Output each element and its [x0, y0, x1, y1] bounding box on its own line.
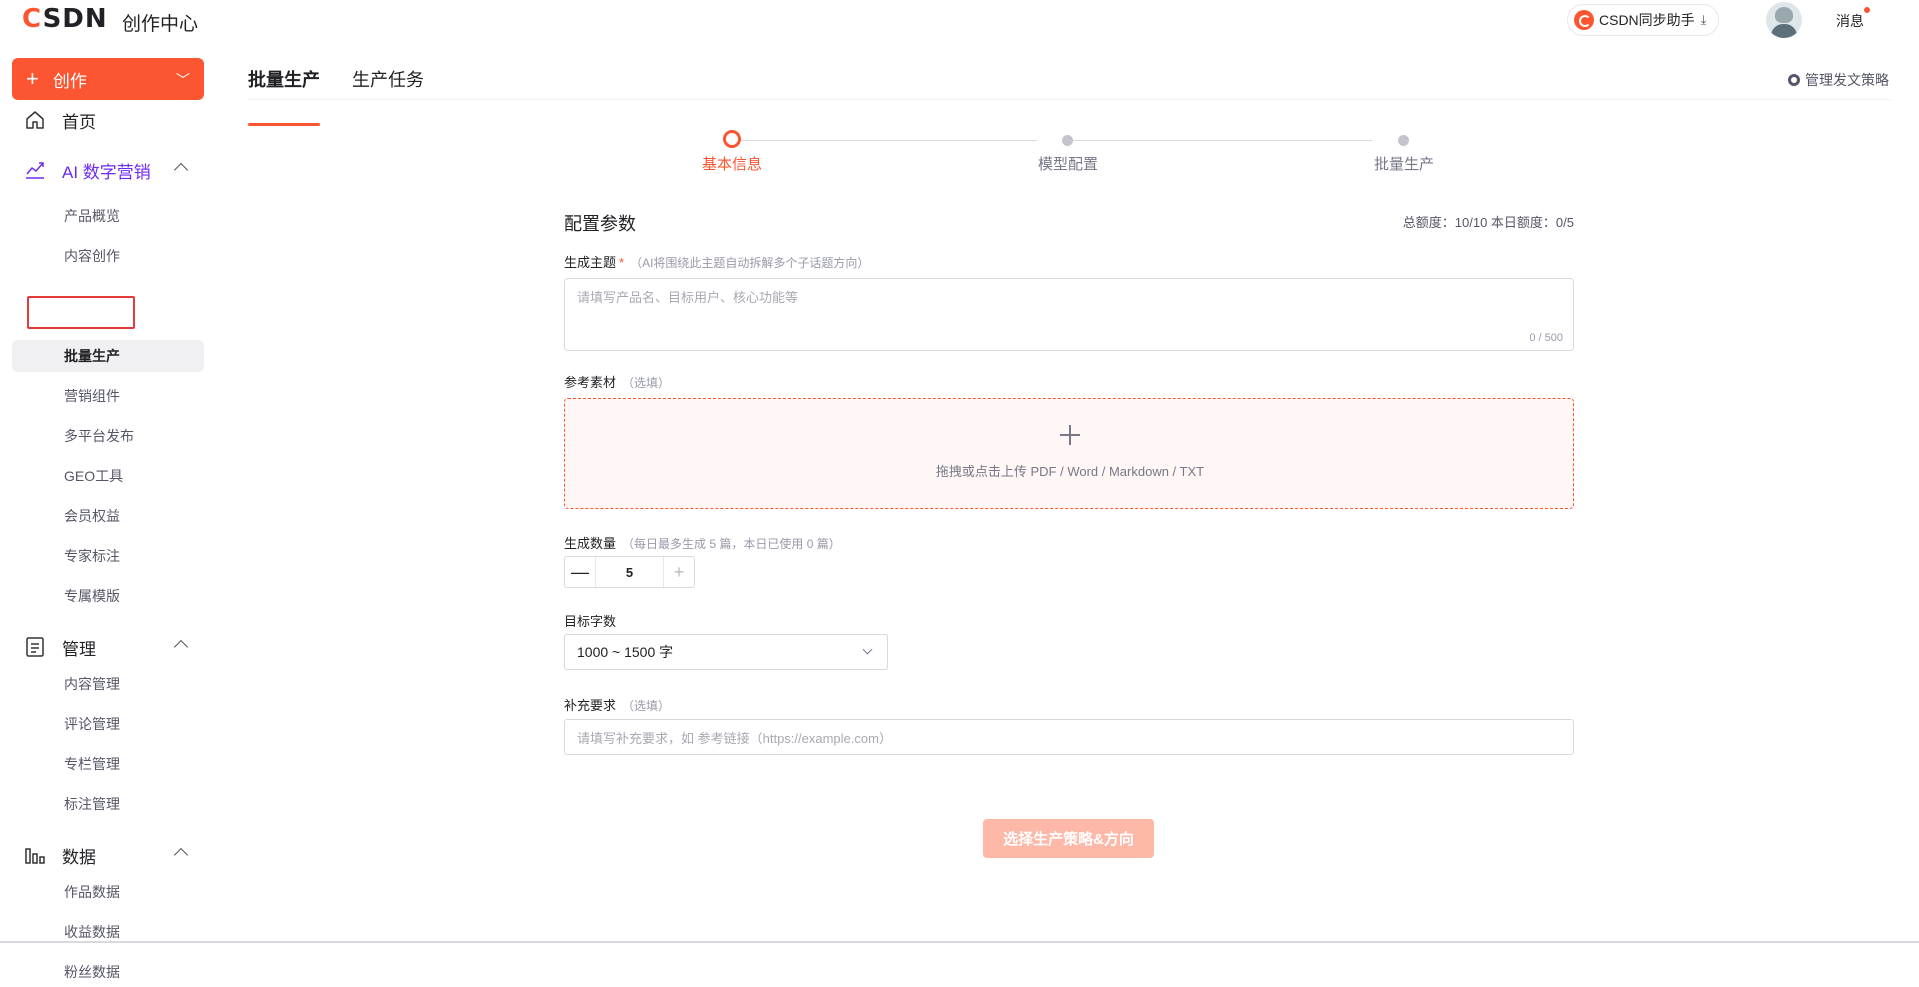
sidebar-item-home[interactable]: 首页: [12, 102, 204, 138]
required-mark: *: [619, 255, 625, 270]
creation-center-title: 创作中心: [122, 14, 199, 35]
document-icon: [24, 636, 46, 658]
step-label-model-config: 模型配置: [1037, 156, 1098, 173]
chevron-up-icon: [173, 639, 189, 655]
progress-steps: 基本信息 模型配置 批量生产: [700, 130, 1434, 180]
sidebar-item-content-management[interactable]: 内容管理: [12, 669, 204, 699]
count-label-text: 生成数量: [564, 536, 617, 551]
sidebar-item-multi-platform-publish[interactable]: 多平台发布: [12, 421, 204, 451]
step-dot: [1398, 135, 1409, 146]
tab-bar: 批量生产 生产任务: [248, 40, 1891, 126]
sidebar-item-member-benefits[interactable]: 会员权益: [12, 501, 204, 531]
sidebar-item-label: 首页: [62, 112, 96, 132]
home-icon: [24, 109, 46, 131]
extra-requirements-input[interactable]: 请填写补充要求，如 参考链接（https://example.com）: [564, 719, 1574, 755]
quantity-value[interactable]: 5: [596, 557, 663, 587]
plus-icon: +: [26, 66, 39, 91]
chevron-up-icon: [173, 162, 189, 178]
word-count-select[interactable]: 1000 ~ 1500 字: [564, 634, 888, 670]
form-title: 配置参数: [564, 214, 636, 234]
gear-icon: [1788, 74, 1800, 86]
sidebar-item-batch-production[interactable]: 批量生产: [12, 340, 204, 372]
sidebar-item-works-data[interactable]: 作品数据: [12, 877, 204, 907]
material-label-text: 参考素材: [564, 375, 617, 390]
topic-textarea[interactable]: 请填写产品名、目标用户、核心功能等 0 / 500: [564, 278, 1574, 351]
csdn-logo[interactable]: CSDN: [22, 4, 108, 34]
sidebar-item-geo-tools[interactable]: GEO工具: [12, 461, 204, 491]
active-tab-indicator: [248, 123, 320, 126]
quantity-stepper: — 5 +: [564, 556, 695, 588]
chevron-down-icon: [862, 644, 873, 655]
create-button[interactable]: + 创作 ﹀: [12, 58, 204, 100]
download-icon: ⤓: [1700, 12, 1707, 27]
char-counter: 0 / 500: [1529, 332, 1563, 344]
step-dot-active: [723, 130, 741, 148]
upload-text: 拖拽或点击上传 PDF / Word / Markdown / TXT: [935, 464, 1205, 479]
chevron-up-icon: [173, 847, 189, 863]
sync-icon: [1574, 10, 1594, 30]
extra-label: 补充要求 （选填）: [564, 695, 670, 714]
create-button-label: 创作: [52, 71, 87, 91]
trend-chart-icon: [24, 159, 46, 181]
quota-info: 总额度：10/10 本日额度：0/5: [1402, 215, 1574, 230]
manage-strategy-label: 管理发文策略: [1805, 72, 1889, 88]
tab-label: 批量生产: [248, 70, 320, 90]
step-dot: [1062, 135, 1073, 146]
count-label: 生成数量 （每日最多生成 5 篇，本日已使用 0 篇）: [564, 533, 841, 552]
extra-placeholder: 请填写补充要求，如 参考链接（https://example.com）: [577, 730, 892, 746]
decrement-button[interactable]: —: [565, 557, 596, 587]
sidebar-item-fans-data[interactable]: 粉丝数据: [12, 957, 204, 987]
select-strategy-button[interactable]: 选择生产策略&方向: [983, 819, 1154, 858]
extra-hint: （选填）: [622, 699, 671, 713]
sidebar-group-ai-marketing[interactable]: AI 数字营销: [12, 152, 204, 188]
word-count-value: 1000 ~ 1500 字: [577, 644, 674, 660]
sidebar-item-exclusive-templates[interactable]: 专属模版: [12, 581, 204, 611]
avatar[interactable]: [1766, 2, 1802, 38]
sidebar-item-column-management[interactable]: 专栏管理: [12, 749, 204, 779]
sidebar-item-product-overview[interactable]: 产品概览: [12, 201, 204, 231]
sidebar-item-expert-annotation[interactable]: 专家标注: [12, 541, 204, 571]
step-connector: [1072, 140, 1372, 141]
sidebar-group-data[interactable]: 数据: [12, 837, 204, 873]
top-header: CSDN 创作中心 CSDN同步助手 ⤓ 消息: [0, 0, 1919, 40]
increment-button[interactable]: +: [663, 557, 694, 587]
upload-dropzone[interactable]: 拖拽或点击上传 PDF / Word / Markdown / TXT: [564, 398, 1574, 509]
tab-production-tasks[interactable]: 生产任务: [352, 66, 424, 92]
sidebar-group-label: 数据: [62, 847, 96, 867]
sidebar-item-marketing-components[interactable]: 营销组件: [12, 381, 204, 411]
step-connector: [732, 140, 1037, 141]
manage-strategy-link[interactable]: 管理发文策略: [1788, 70, 1889, 90]
word-count-label: 目标字数: [564, 614, 617, 629]
sidebar: + 创作 ﹀ 首页 AI 数字营销 产品概览 内容创作 批量生产 营销组件 多平…: [0, 40, 216, 980]
plus-icon: [1060, 425, 1080, 445]
material-label: 参考素材 （选填）: [564, 372, 670, 391]
chevron-down-icon: ﹀: [176, 72, 190, 88]
sidebar-item-annotation-management[interactable]: 标注管理: [12, 789, 204, 819]
bar-chart-icon: [24, 844, 46, 866]
sidebar-group-manage[interactable]: 管理: [12, 629, 204, 665]
csdn-sync-assistant-button[interactable]: CSDN同步助手 ⤓: [1567, 4, 1719, 36]
material-hint: （选填）: [622, 376, 671, 390]
topic-placeholder: 请填写产品名、目标用户、核心功能等: [577, 290, 799, 305]
step-label-batch-production: 批量生产: [1373, 156, 1434, 173]
step-label-basic-info: 基本信息: [701, 156, 762, 173]
sync-button-label: CSDN同步助手: [1599, 12, 1695, 28]
topic-hint: （AI将围绕此主题自动拆解多个子话题方向）: [630, 256, 870, 270]
tab-batch-production[interactable]: 批量生产: [248, 66, 320, 126]
sidebar-group-label: AI 数字营销: [62, 162, 151, 182]
messages-link[interactable]: 消息: [1836, 11, 1864, 31]
sidebar-item-comment-management[interactable]: 评论管理: [12, 709, 204, 739]
sidebar-item-content-creation[interactable]: 内容创作: [12, 241, 204, 271]
topic-label-text: 生成主题: [564, 255, 617, 270]
extra-label-text: 补充要求: [564, 698, 617, 713]
count-hint: （每日最多生成 5 篇，本日已使用 0 篇）: [622, 537, 841, 551]
sidebar-group-label: 管理: [62, 639, 96, 659]
topic-label: 生成主题 * （AI将围绕此主题自动拆解多个子话题方向）: [564, 252, 869, 271]
unread-dot: [1864, 7, 1870, 13]
